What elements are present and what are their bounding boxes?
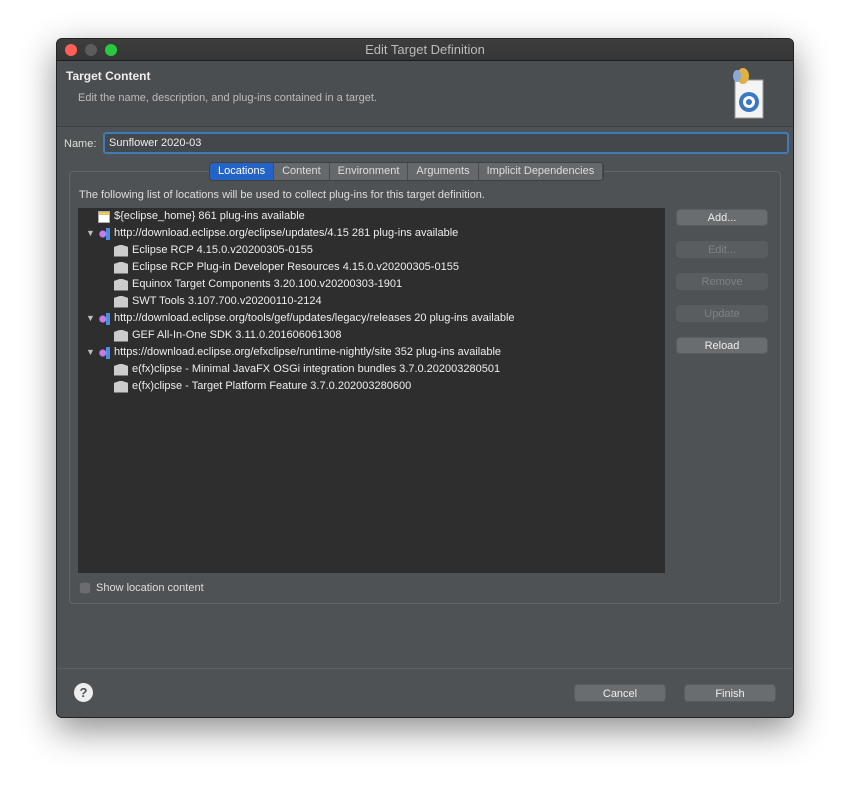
close-button[interactable] (65, 44, 77, 56)
header-description: Edit the name, description, and plug-ins… (78, 92, 378, 104)
feature-icon (114, 380, 128, 393)
expand-toggle-icon[interactable]: ▼ (86, 310, 96, 327)
site-icon (98, 227, 110, 240)
expand-toggle-icon[interactable]: ▼ (86, 344, 96, 361)
tab-locations[interactable]: Locations (210, 163, 275, 180)
row-label: SWT Tools 3.107.700.v20200110-2124 (132, 295, 322, 307)
update-button[interactable]: Update (676, 305, 768, 322)
feature-icon (114, 278, 128, 291)
location-row[interactable]: ${eclipse_home} 861 plug-ins available (98, 208, 305, 225)
name-label: Name: (64, 138, 97, 150)
expand-toggle-icon[interactable]: ▼ (86, 225, 96, 242)
row-label: Equinox Target Components 3.20.100.v2020… (132, 278, 403, 290)
feature-icon (114, 244, 128, 257)
show-location-content-label: Show location content (96, 582, 204, 594)
feature-icon (114, 363, 128, 376)
row-label: http://download.eclipse.org/tools/gef/up… (114, 312, 515, 324)
zoom-button[interactable] (105, 44, 117, 56)
show-location-content-checkbox[interactable]: Show location content (79, 582, 204, 594)
feature-row[interactable]: Eclipse RCP 4.15.0.v20200305-0155 (114, 242, 313, 259)
title-bar: Edit Target Definition (57, 39, 793, 61)
add-button[interactable]: Add... (676, 209, 768, 226)
locations-tree[interactable]: ${eclipse_home} 861 plug-ins available ▼ h… (78, 208, 665, 573)
row-label: Eclipse RCP 4.15.0.v20200305-0155 (132, 244, 313, 256)
footer-divider (57, 668, 793, 669)
locations-info: The following list of locations will be … (79, 189, 485, 201)
feature-icon (114, 329, 128, 342)
dialog-header: Target Content Edit the name, descriptio… (57, 61, 793, 127)
header-title: Target Content (66, 69, 151, 83)
row-label: e(fx)clipse - Target Platform Feature 3.… (132, 380, 412, 392)
finish-button[interactable]: Finish (684, 684, 776, 702)
install-icon (98, 210, 110, 223)
location-row[interactable]: ▼ http://download.eclipse.org/eclipse/upd… (86, 225, 458, 242)
tab-environment[interactable]: Environment (329, 163, 409, 180)
feature-row[interactable]: e(fx)clipse - Target Platform Feature 3.… (114, 378, 411, 395)
edit-button[interactable]: Edit... (676, 241, 768, 258)
row-label: e(fx)clipse - Minimal JavaFX OSGi integr… (132, 363, 501, 375)
site-icon (98, 312, 110, 325)
row-label: Eclipse RCP Plug-in Developer Resources … (132, 261, 459, 273)
feature-row[interactable]: SWT Tools 3.107.700.v20200110-2124 (114, 293, 322, 310)
target-definition-icon (733, 68, 764, 119)
location-row[interactable]: ▼ https://download.eclipse.org/efxclipse/… (86, 344, 501, 361)
feature-icon (114, 261, 128, 274)
cancel-button[interactable]: Cancel (574, 684, 666, 702)
tab-implicit-dependencies[interactable]: Implicit Dependencies (478, 163, 604, 180)
row-label: http://download.eclipse.org/eclipse/upda… (114, 227, 459, 239)
feature-row[interactable]: GEF All-In-One SDK 3.11.0.201606061308 (114, 327, 342, 344)
row-label: ${eclipse_home} 861 plug-ins available (114, 210, 305, 222)
tab-content[interactable]: Content (274, 163, 330, 180)
location-row[interactable]: ▼ http://download.eclipse.org/tools/gef/u… (86, 310, 515, 327)
feature-row[interactable]: Equinox Target Components 3.20.100.v2020… (114, 276, 402, 293)
help-icon[interactable]: ? (74, 683, 93, 702)
name-input[interactable] (103, 132, 789, 154)
row-label: GEF All-In-One SDK 3.11.0.201606061308 (132, 329, 342, 341)
site-icon (98, 346, 110, 359)
row-label: https://download.eclipse.org/efxclipse/r… (114, 346, 502, 358)
window-title: Edit Target Definition (365, 42, 485, 57)
checkbox-box[interactable] (79, 582, 91, 594)
tab-arguments[interactable]: Arguments (408, 163, 479, 180)
feature-row[interactable]: e(fx)clipse - Minimal JavaFX OSGi integr… (114, 361, 500, 378)
reload-button[interactable]: Reload (676, 337, 768, 354)
feature-row[interactable]: Eclipse RCP Plug-in Developer Resources … (114, 259, 459, 276)
minimize-button[interactable] (85, 44, 97, 56)
tab-bar: Locations Content Environment Arguments Impl… (209, 162, 605, 181)
feature-icon (114, 295, 128, 308)
remove-button[interactable]: Remove (676, 273, 768, 290)
edit-target-dialog: Edit Target Definition Target Content Ed… (56, 38, 794, 718)
